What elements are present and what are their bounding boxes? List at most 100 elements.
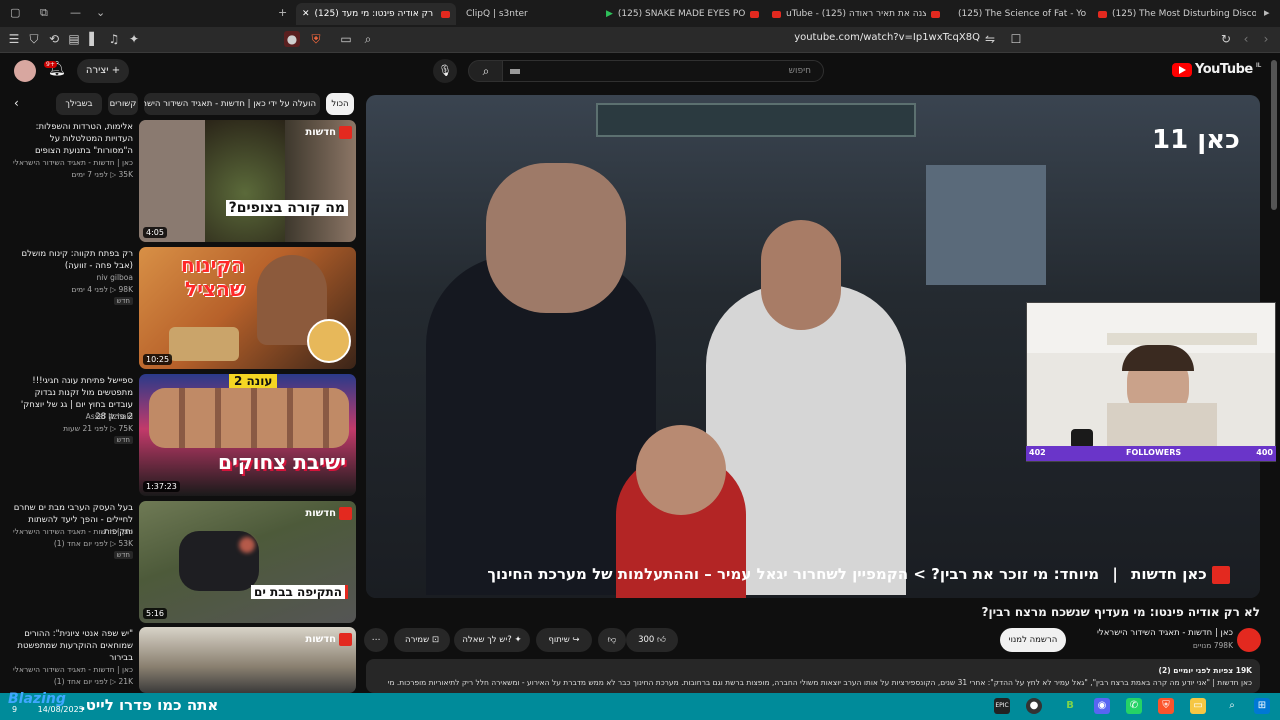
reload-icon[interactable]: ↻ (1218, 31, 1234, 47)
cam-shelf (1107, 333, 1257, 345)
channel-name[interactable]: כאן | חדשות - תאגיד השידור הישראלי (8, 158, 133, 167)
reader-icon[interactable]: ▤ (66, 31, 82, 47)
chevron-down-icon[interactable]: ⌄ (96, 6, 105, 19)
thumbnail[interactable]: הקינוח שהציל 10:25 (139, 247, 356, 369)
related-video-1[interactable]: חדשות מה קורה בצופים? 4:05 אלימות, הטרדו… (8, 120, 356, 242)
voice-search-button[interactable]: 🎙︎ (433, 59, 457, 83)
related-video-2[interactable]: הקינוח שהציל 10:25 רק בפתח תקווה: קינוח … (8, 247, 356, 369)
menu-icon[interactable]: ☰ (6, 31, 22, 47)
channel-avatar[interactable] (1237, 628, 1261, 652)
duration-badge: 4:05 (143, 227, 167, 238)
youtube-favicon-icon (1098, 10, 1107, 18)
chip-related[interactable]: קשורים (108, 93, 138, 115)
save-button[interactable]: שמירה ⊡ (394, 628, 450, 652)
obs-icon[interactable]: ● (1026, 698, 1042, 714)
app-b-icon[interactable]: B (1062, 698, 1078, 714)
subscribe-button[interactable]: הרשמה למנוי (1000, 628, 1066, 652)
shield-icon[interactable]: ⛉ (26, 31, 42, 47)
thumbnail[interactable]: חדשות התקיפה בבת ים 5:16 (139, 501, 356, 623)
extensions-icon[interactable]: ✦ (126, 31, 142, 47)
windows-start-icon[interactable]: ⊞ (1254, 698, 1270, 714)
tab-label: (125) The Science of Fat - YouTube (958, 9, 1086, 19)
discord-icon[interactable]: ◉ (1094, 698, 1110, 714)
epic-games-icon[interactable]: EPIC (994, 698, 1010, 714)
ad-block-icon[interactable]: ● (284, 31, 300, 47)
browser-navbar: ☰ ⛉ ⟲ ▤ ▌ ♫ ✦ ● ⛨ ▭ ⌕ youtube.com/watch?… (0, 27, 1280, 53)
tab-science-of-fat[interactable]: (125) The Science of Fat - YouTube (952, 3, 1092, 25)
chip-for-you[interactable]: בשבילך (56, 93, 102, 115)
thumb-caption: ישיבת צחוקים (218, 450, 346, 474)
chip-uploaded-by[interactable]: הועלה על ידי כאן | חדשות - תאגיד השידור … (144, 93, 320, 115)
mic-icon: 🎙︎ (438, 64, 452, 77)
search-page-icon[interactable]: ⌕ (360, 31, 376, 47)
cast-icon[interactable]: ▭ (338, 31, 354, 47)
file-explorer-icon[interactable]: ▭ (1190, 698, 1206, 714)
play-favicon-icon: ▶ (606, 9, 613, 19)
bookmark-icon[interactable]: ☐ (1008, 31, 1024, 47)
search-button[interactable]: ⌕ (468, 60, 504, 82)
site-settings-icon[interactable]: ⇋ (982, 31, 998, 47)
forward-icon[interactable]: › (1258, 31, 1274, 47)
youtube-logo[interactable]: YouTube IL (1172, 62, 1261, 77)
video-title[interactable]: "יש שפה אנטי ציונית": ההורים שמוחאים ההו… (13, 628, 133, 664)
window-menu-icon[interactable]: ▢ (10, 6, 20, 19)
sidebar-icon[interactable]: ▌ (86, 31, 102, 47)
like-button[interactable]: 300 👍︎ (626, 628, 678, 652)
thumbnail[interactable]: חדשות מה קורה בצופים? 4:05 (139, 120, 356, 242)
channel-name[interactable]: Assaf Itzhaki (8, 412, 133, 421)
windows-search-icon[interactable]: ⌕ (1224, 698, 1240, 714)
new-tab-button[interactable]: + (278, 6, 287, 19)
clock[interactable]: 9 14/08/2025 (12, 705, 84, 714)
url-bar[interactable]: youtube.com/watch?v=Ip1wxTcqX8Q (760, 32, 980, 43)
clock-date: 14/08/2025 (37, 705, 84, 714)
tab-discord[interactable]: (125) The Most Disturbing Discord M (1092, 3, 1262, 25)
thumbnail[interactable]: חדשות (139, 627, 356, 693)
channel-name[interactable]: כאן | חדשות - תאגיד השידור הישראלי (8, 527, 133, 536)
description-meta: 19K צפיות לפני יומיים (2) (1158, 666, 1252, 675)
tab-taiir[interactable]: uTube - (125) מי רצנה את תאיר ראודה? (766, 3, 946, 25)
tab-active[interactable]: ✕ (125) לא רק אודיה פינטו: מי מעד (296, 3, 456, 25)
create-button[interactable]: יצירה + (77, 59, 129, 83)
channel-name[interactable]: כאן | חדשות - תאגיד השידור הישראלי (8, 665, 133, 674)
video-title[interactable]: אלימות, הטרדות והשפלות: העדויות המטלטלות… (13, 121, 133, 157)
keyboard-icon[interactable] (510, 69, 520, 74)
stream-ticker: אתה כמו פדרו לייט. (80, 696, 219, 714)
description-box[interactable]: 19K צפיות לפני יומיים (2) כאן חדשות | "א… (366, 659, 1260, 693)
thumb-figure-left (139, 120, 205, 242)
related-video-3[interactable]: עונה 2 ישיבת צחוקים 1:37:23 ספיישל פתיחת… (8, 374, 356, 496)
restore-icon[interactable]: ⧉ (40, 6, 48, 20)
thumbnail[interactable]: עונה 2 ישיבת צחוקים 1:37:23 (139, 374, 356, 496)
close-tab-icon[interactable]: ✕ (302, 9, 310, 19)
related-video-4[interactable]: חדשות התקיפה בבת ים 5:16 בעל העסק הערבי … (8, 501, 356, 623)
share-button[interactable]: שיתוף ↪ (536, 628, 592, 652)
channel-name-main[interactable]: כאן | חדשות - תאגיד השידור הישראלי (1085, 628, 1233, 638)
news-tag-label: חדשות (305, 127, 336, 138)
tab-snake[interactable]: ▶ (125) SNAKE MADE EYES POP OUT # (600, 3, 765, 25)
tab-clipq[interactable]: ClipQ | s3nter (460, 3, 595, 25)
lower-third-headline: מיוחד: מי זוכר את רבין? > הקמפיין לשחרור… (487, 565, 1100, 583)
chevron-left-icon[interactable]: ‹ (14, 96, 19, 110)
back-icon[interactable]: ‹ (1238, 31, 1254, 47)
tab-overflow-icon[interactable]: ▸ (1264, 6, 1270, 19)
minimize-icon[interactable]: — (70, 6, 81, 19)
video-title[interactable]: רק בפתח תקווה: קינוח מושלם (אבל פחה - זו… (13, 248, 133, 272)
search-input[interactable]: חיפוש (502, 60, 824, 82)
brave-shield-icon[interactable]: ⛨ (308, 31, 324, 47)
page-scrollbar[interactable] (1271, 60, 1277, 210)
brave-icon[interactable]: ⛨ (1158, 698, 1174, 714)
browser-tab-strip: ▢ ⧉ — ⌄ + ✕ (125) לא רק אודיה פינטו: מי … (0, 0, 1280, 27)
more-actions-button[interactable]: ⋯ (364, 628, 388, 652)
ask-button[interactable]: יש לך שאלה? ✦ (454, 628, 530, 652)
related-video-5[interactable]: חדשות "יש שפה אנטי ציונית": ההורים שמוחא… (8, 627, 356, 693)
history-icon[interactable]: ⟲ (46, 31, 62, 47)
avatar[interactable] (14, 60, 36, 82)
sparkle-icon: ✦ (514, 635, 522, 645)
news-tag: חדשות (305, 507, 352, 520)
ask-label: יש לך שאלה? (462, 635, 512, 645)
chip-all[interactable]: הכול (326, 93, 354, 115)
channel-name[interactable]: niv gilboa (8, 273, 133, 282)
dislike-button[interactable]: 👎︎ (598, 628, 626, 652)
whatsapp-icon[interactable]: ✆ (1126, 698, 1142, 714)
news-tag-label: חדשות (305, 634, 336, 645)
music-icon[interactable]: ♫ (106, 31, 122, 47)
